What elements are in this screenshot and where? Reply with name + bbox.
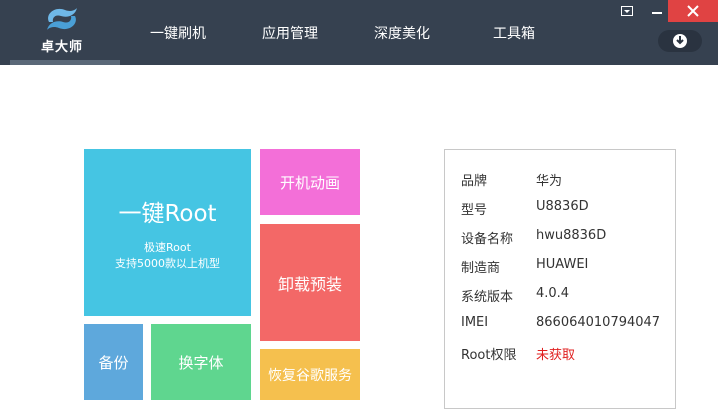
restore-google-services-label: 恢复谷歌服务 <box>268 367 352 384</box>
nav-item-beautify[interactable]: 深度美化 <box>374 23 430 43</box>
root-tile-line2: 支持5000款以上机型 <box>115 256 220 270</box>
minimize-icon <box>652 12 662 14</box>
info-label: 制造商 <box>461 261 501 276</box>
info-value: hwu8836D <box>536 228 607 243</box>
download-button[interactable] <box>658 30 702 52</box>
uninstall-preinstalled-label: 卸载预装 <box>277 274 342 294</box>
info-label: Root权限 <box>461 348 517 363</box>
info-value: 4.0.4 <box>536 286 570 301</box>
info-value: HUAWEI <box>536 257 589 272</box>
download-icon <box>673 34 687 48</box>
info-value: 866064010794047 <box>536 315 661 330</box>
close-icon <box>687 5 699 17</box>
boot-animation-label: 开机动画 <box>279 173 340 192</box>
nav-item-toolbox[interactable]: 工具箱 <box>493 23 535 43</box>
root-tile-subtitle: 极速Root 支持5000款以上机型 <box>115 240 220 272</box>
nav-item-flash[interactable]: 一键刷机 <box>150 23 206 43</box>
device-info-panel: 品牌 华为 型号 U8836D 设备名称 hwu8836D 制造商 HUAWEI… <box>444 149 676 409</box>
logo-text: 卓大师 <box>40 40 83 55</box>
change-font-tile[interactable]: 换字体 <box>151 324 251 400</box>
nav-item-app-manager[interactable]: 应用管理 <box>262 23 318 43</box>
info-label: 型号 <box>461 203 488 218</box>
info-value: 华为 <box>536 174 563 189</box>
info-label: 系统版本 <box>461 290 514 305</box>
root-status-value: 未获取 <box>536 348 576 363</box>
info-label: 品牌 <box>461 174 488 189</box>
boot-animation-tile[interactable]: 开机动画 <box>260 149 360 215</box>
close-button[interactable] <box>668 0 718 22</box>
backup-label: 备份 <box>98 353 129 372</box>
backup-tile[interactable]: 备份 <box>84 324 143 400</box>
root-tile[interactable]: 一键Root 极速Root 支持5000款以上机型 <box>84 149 251 316</box>
change-font-label: 换字体 <box>178 353 224 372</box>
app-logo[interactable]: 卓大师 <box>28 4 96 60</box>
info-label: IMEI <box>461 315 489 330</box>
nav-active-indicator <box>10 60 120 65</box>
logo-icon <box>47 8 77 30</box>
dropdown-button[interactable] <box>612 0 642 22</box>
root-tile-title: 一键Root <box>118 200 217 227</box>
root-tile-line1: 极速Root <box>144 240 191 254</box>
info-value: U8836D <box>536 199 589 214</box>
dropdown-icon <box>621 6 633 16</box>
restore-google-services-tile[interactable]: 恢复谷歌服务 <box>260 349 360 400</box>
info-label: 设备名称 <box>461 232 514 247</box>
top-bar: 卓大师 一键刷机 应用管理 深度美化 工具箱 <box>0 0 718 65</box>
uninstall-preinstalled-tile[interactable]: 卸载预装 <box>260 224 360 341</box>
